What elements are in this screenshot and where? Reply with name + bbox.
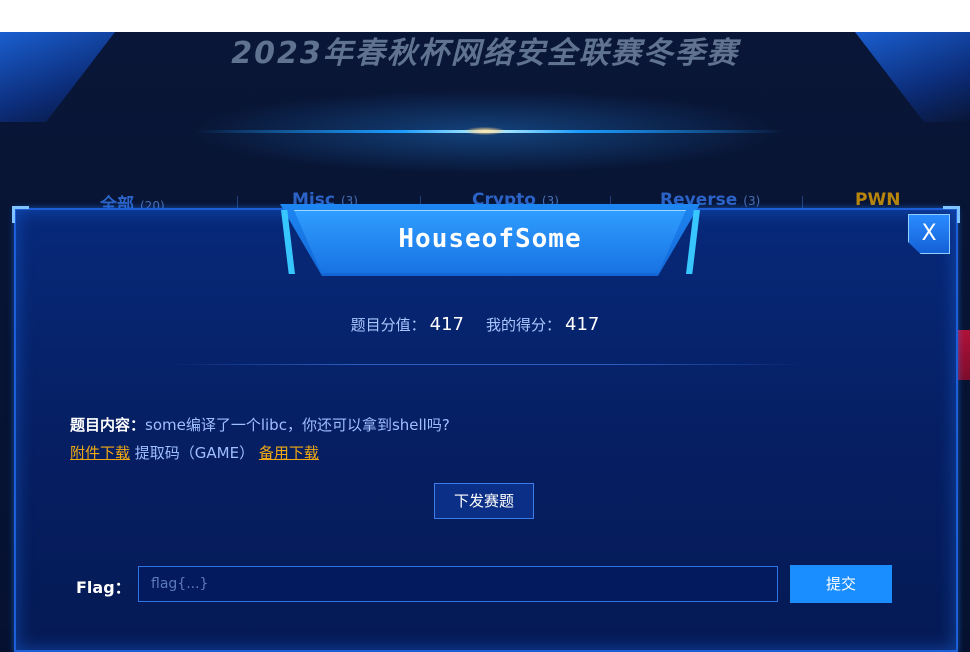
my-score-value: 417 (565, 314, 600, 335)
close-button[interactable]: X (908, 214, 950, 254)
flag-label: Flag： (76, 578, 131, 597)
modal-corner-decoration (12, 206, 29, 223)
backup-download-link[interactable]: 备用下载 (259, 444, 319, 462)
my-score-label: 我的得分： (486, 316, 562, 334)
download-links: 附件下载 提取码（GAME） 备用下载 (70, 442, 319, 463)
deploy-challenge-button[interactable]: 下发赛题 (434, 483, 534, 519)
divider (166, 364, 806, 365)
score-label: 题目分值： (350, 316, 426, 334)
score-line: 题目分值： 417 我的得分： 417 (16, 314, 956, 335)
tab-label: PWN (855, 190, 901, 210)
challenge-modal: HouseofSome X 题目分值： 417 我的得分： 417 题目内容：some… (12, 204, 960, 652)
header-glow-dot (465, 127, 505, 135)
challenge-title: HouseofSome (398, 224, 582, 254)
challenge-description: 题目内容：some编译了一个libc，你还可以拿到shell吗? (70, 414, 450, 435)
event-title: 2023年春秋杯网络安全联赛冬季赛 (231, 36, 739, 71)
score-value: 417 (429, 314, 464, 335)
flag-input[interactable] (138, 566, 778, 602)
tab-count: (3) (743, 194, 761, 208)
tab-pwn[interactable]: PWN (855, 190, 900, 210)
content-text: some编译了一个libc，你还可以拿到shell吗? (145, 416, 450, 434)
submit-button[interactable]: 提交 (790, 565, 892, 603)
content-label: 题目内容： (70, 416, 146, 434)
attachment-download-link[interactable]: 附件下载 (70, 444, 130, 462)
extract-code: 提取码（GAME） (130, 444, 255, 462)
